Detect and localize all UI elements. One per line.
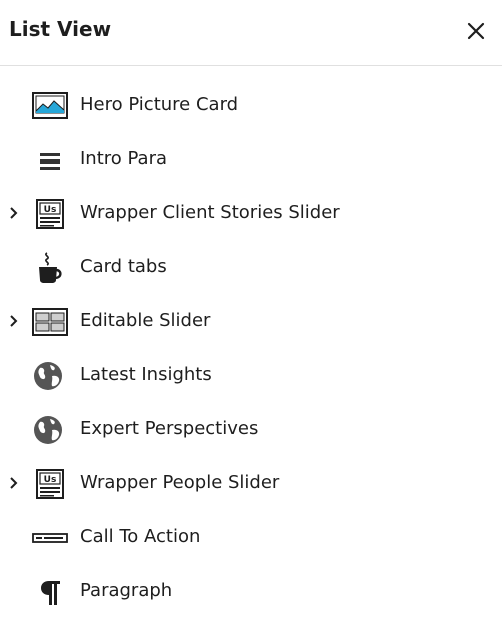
list-item-latest-insights[interactable]: Latest Insights — [0, 349, 502, 403]
pilcrow-icon — [41, 581, 60, 605]
globe-icon — [34, 416, 62, 444]
list-item-hero-picture-card[interactable]: Hero Picture Card — [0, 79, 502, 133]
list-item-card-tabs[interactable]: Card tabs — [0, 241, 502, 295]
list-item-editable-slider[interactable]: Editable Slider — [0, 295, 502, 349]
panel-header: List View — [0, 0, 502, 66]
wrapper-block-icon: Us — [36, 199, 64, 229]
list-item-paragraph[interactable]: Paragraph — [0, 565, 502, 619]
list-item-label: Latest Insights — [80, 364, 212, 385]
svg-text:Us: Us — [44, 205, 57, 215]
list-item-expert-perspectives[interactable]: Expert Perspectives — [0, 403, 502, 457]
list-item-label: Editable Slider — [80, 310, 211, 331]
wrapper-block-icon: Us — [36, 469, 64, 499]
list-item-label: Card tabs — [80, 256, 167, 277]
button-bar-icon — [32, 533, 68, 543]
list-view-panel: List View Hero Picture Card Intro Para U… — [0, 0, 502, 628]
globe-icon — [34, 362, 62, 390]
list-item-label: Wrapper People Slider — [80, 472, 280, 493]
list-item-label: Expert Perspectives — [80, 418, 259, 439]
list-item-label: Paragraph — [80, 580, 173, 601]
list-item-label: Wrapper Client Stories Slider — [80, 202, 340, 223]
list-item-label: Intro Para — [80, 148, 168, 169]
list-item-wrapper-people-slider[interactable]: Us Wrapper People Slider — [0, 457, 502, 511]
list-item-label: Call To Action — [80, 526, 201, 547]
panel-title: List View — [9, 17, 112, 41]
chevron-right-icon[interactable] — [7, 314, 21, 328]
chevron-right-icon[interactable] — [7, 476, 21, 490]
svg-text:Us: Us — [44, 475, 57, 485]
close-icon — [467, 22, 485, 40]
list-item-label: Hero Picture Card — [80, 94, 239, 115]
slider-grid-icon — [32, 308, 68, 336]
list-item-call-to-action[interactable]: Call To Action — [0, 511, 502, 565]
block-list: Hero Picture Card Intro Para Us Wrapper … — [0, 79, 502, 619]
chevron-right-icon[interactable] — [7, 206, 21, 220]
coffee-cup-icon — [39, 252, 62, 283]
close-button[interactable] — [464, 19, 488, 43]
list-item-intro-para[interactable]: Intro Para — [0, 133, 502, 187]
text-block-icon — [40, 153, 60, 170]
list-item-wrapper-client-stories-slider[interactable]: Us Wrapper Client Stories Slider — [0, 187, 502, 241]
image-icon — [32, 92, 68, 119]
